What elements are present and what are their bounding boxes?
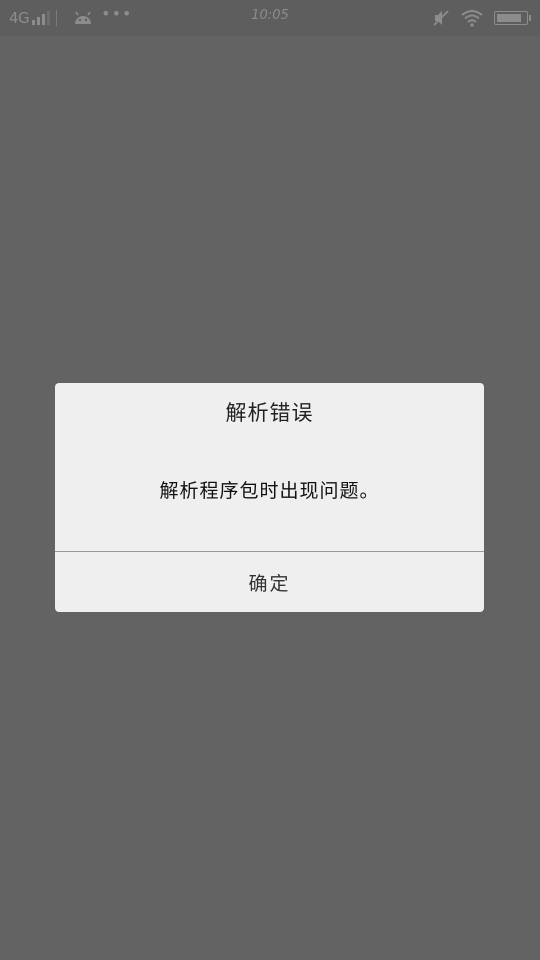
status-bar: 4G ••• 10:05 xyxy=(0,0,540,36)
dialog-title: 解析错误 xyxy=(225,401,314,425)
battery-icon xyxy=(494,11,531,25)
mute-icon xyxy=(433,10,449,26)
status-bar-right xyxy=(422,7,531,29)
battery-fill xyxy=(497,14,521,22)
wifi-icon xyxy=(461,10,483,27)
confirm-button[interactable]: 确定 xyxy=(55,552,484,612)
parse-error-dialog: 解析错误 解析程序包时出现问题。 确定 xyxy=(55,383,484,612)
dialog-message: 解析程序包时出现问题。 xyxy=(159,480,380,502)
battery-cap xyxy=(529,15,531,21)
screen: 4G ••• 10:05 解析错误 解析程序包时出现问题。 确定 xyxy=(0,0,540,960)
